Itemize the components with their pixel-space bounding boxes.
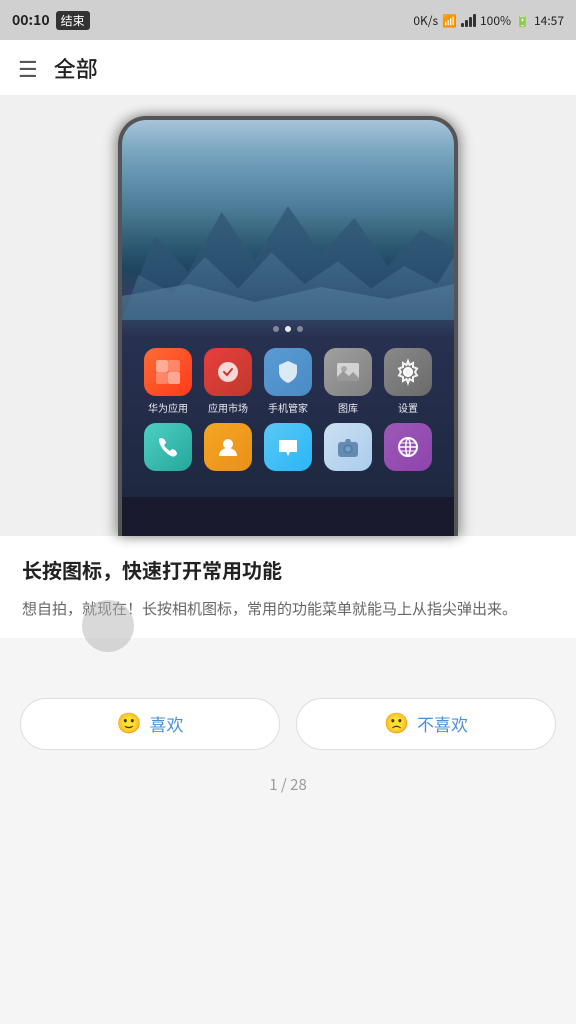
- page-separator: /: [278, 774, 291, 795]
- page-indicator: 1 / 28: [20, 766, 556, 811]
- dot-1: [273, 326, 279, 332]
- like-label: 喜欢: [149, 711, 183, 736]
- dot-3: [297, 326, 303, 332]
- app-phone[interactable]: [141, 423, 195, 475]
- dislike-button[interactable]: 🙁 不喜欢: [296, 698, 556, 750]
- page-current: 1: [269, 774, 277, 795]
- status-bar: 00:10 结束 0K/s 📶 100% 🔋 14:57: [0, 0, 576, 40]
- phone-mockup-container: 华为应用 应用市场: [0, 96, 576, 536]
- app-grid: 华为应用 应用市场: [122, 338, 454, 497]
- status-right: 0K/s 📶 100% 🔋 14:57: [413, 12, 564, 29]
- dots-indicator: [122, 320, 454, 338]
- phone-mockup: 华为应用 应用市场: [118, 116, 458, 536]
- signal-icon: [461, 13, 476, 27]
- phone-right-edge: [455, 200, 458, 264]
- app-settings[interactable]: 设置: [381, 348, 435, 415]
- app-row-2: [138, 423, 438, 475]
- status-time: 00:10: [12, 10, 50, 30]
- app-market[interactable]: 应用市场: [201, 348, 255, 415]
- bottom-section: 🙂 喜欢 🙁 不喜欢 1 / 28: [0, 638, 576, 831]
- dislike-label: 不喜欢: [417, 711, 468, 736]
- main-content: 华为应用 应用市场: [0, 96, 576, 831]
- huawei-app-label: 华为应用: [148, 400, 188, 415]
- app-messages[interactable]: [261, 423, 315, 475]
- like-button[interactable]: 🙂 喜欢: [20, 698, 280, 750]
- status-left: 00:10 结束: [12, 10, 90, 30]
- top-nav: ☰ 全部: [0, 40, 576, 96]
- menu-icon[interactable]: ☰: [18, 52, 38, 84]
- wifi-icon: 📶: [442, 12, 457, 29]
- battery-level: 100%: [480, 12, 511, 29]
- app-huawei[interactable]: 华为应用: [141, 348, 195, 415]
- gallery-app-icon: [324, 348, 372, 396]
- app-gallery[interactable]: 图库: [321, 348, 375, 415]
- dislike-emoji: 🙁: [384, 711, 409, 736]
- volume-up-button: [455, 200, 458, 228]
- status-call-label: 结束: [56, 11, 90, 30]
- action-buttons: 🙂 喜欢 🙁 不喜欢: [20, 698, 556, 750]
- market-app-label: 应用市场: [208, 400, 248, 415]
- feature-title: 长按图标，快速打开常用功能: [22, 556, 554, 584]
- app-row-1: 华为应用 应用市场: [138, 348, 438, 415]
- volume-down-button: [455, 236, 458, 264]
- battery-icon: 🔋: [515, 12, 530, 29]
- dot-2: [285, 326, 291, 332]
- huawei-app-icon: [144, 348, 192, 396]
- phone-app-icon: [144, 423, 192, 471]
- messages-app-icon: [264, 423, 312, 471]
- text-section: 长按图标，快速打开常用功能 想自拍，就现在！长按相机图标，常用的功能菜单就能马上…: [0, 536, 576, 638]
- gallery-app-label: 图库: [338, 400, 358, 415]
- contacts-app-icon: [204, 423, 252, 471]
- nav-title: 全部: [54, 52, 98, 84]
- page-total: 28: [290, 774, 307, 795]
- network-speed: 0K/s: [413, 12, 438, 29]
- clock-right: 14:57: [534, 12, 564, 29]
- phone-wallpaper: [122, 120, 454, 320]
- app-browser[interactable]: [381, 423, 435, 475]
- feature-description: 想自拍，就现在！长按相机图标，常用的功能菜单就能马上从指尖弹出来。: [22, 596, 554, 622]
- floating-circle: [82, 600, 134, 652]
- security-app-icon: [264, 348, 312, 396]
- settings-app-label: 设置: [398, 400, 418, 415]
- browser-app-icon: [384, 423, 432, 471]
- camera-app-icon: [324, 423, 372, 471]
- app-security[interactable]: 手机管家: [261, 348, 315, 415]
- app-camera[interactable]: [321, 423, 375, 475]
- security-app-label: 手机管家: [268, 400, 308, 415]
- app-contacts[interactable]: [201, 423, 255, 475]
- like-emoji: 🙂: [117, 711, 142, 736]
- settings-app-icon: [384, 348, 432, 396]
- market-app-icon: [204, 348, 252, 396]
